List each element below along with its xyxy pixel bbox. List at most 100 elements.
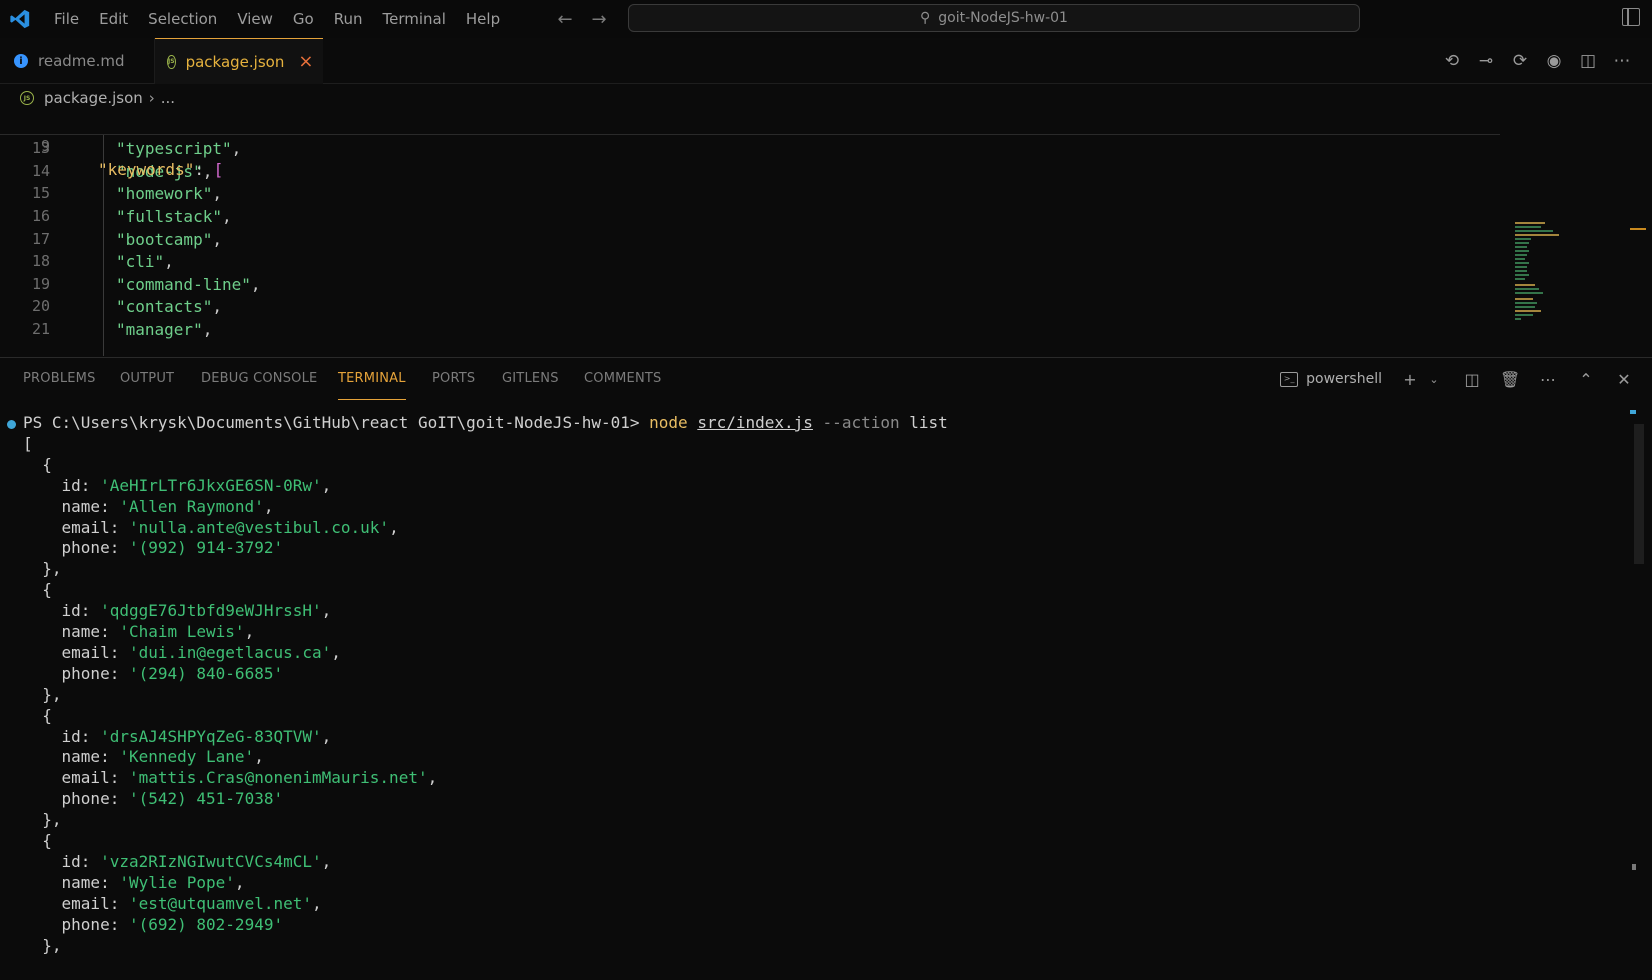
code-line[interactable]: 20 "contacts",	[0, 295, 1500, 318]
tab-comments[interactable]: COMMENTS	[584, 358, 661, 400]
command-action: list	[909, 413, 948, 432]
terminal-output-line: },	[23, 685, 62, 704]
terminal-scrollbar[interactable]	[1634, 424, 1644, 564]
close-panel-icon[interactable]: ✕	[1614, 370, 1634, 389]
terminal-field-line: name: 'Wylie Pope',	[61, 873, 245, 892]
code-line[interactable]: 19 "command-line",	[0, 273, 1500, 296]
tab-gitlens[interactable]: GITLENS	[502, 358, 559, 400]
split-editor-icon[interactable]: ◫	[1578, 51, 1598, 71]
terminal-output-line: },	[23, 810, 62, 829]
tab-ports[interactable]: PORTS	[432, 358, 475, 400]
chevron-right-icon: ›	[148, 89, 155, 107]
menu-selection[interactable]: Selection	[138, 0, 227, 38]
code-line[interactable]: 18 "cli",	[0, 250, 1500, 273]
terminal-output-line: },	[23, 936, 62, 955]
field-key: name:	[61, 622, 120, 641]
json-string: "command-line"	[116, 275, 251, 294]
json-punctuation: ,	[231, 139, 242, 158]
terminal-field-line: name: 'Kennedy Lane',	[61, 747, 264, 766]
menu-run[interactable]: Run	[324, 0, 373, 38]
terminal-output-line: {	[23, 831, 52, 850]
tab-package-json[interactable]: JS package.json ×	[155, 38, 323, 84]
field-key: id:	[61, 852, 101, 871]
toggle-sidebar-layout-icon[interactable]	[1622, 8, 1640, 26]
terminal-field-line: email: 'dui.in@egetlacus.ca',	[61, 643, 341, 662]
chevron-down-icon[interactable]: ⌄	[1424, 373, 1444, 386]
terminal-field-line: name: 'Allen Raymond',	[61, 497, 274, 516]
menu-view[interactable]: View	[227, 0, 283, 38]
field-value: 'est@utquamvel.net'	[128, 894, 312, 913]
git-commit-icon[interactable]: ⊸	[1476, 51, 1496, 71]
gitlens-icon[interactable]: ◉	[1544, 51, 1564, 71]
terminal-output-line: {	[23, 706, 52, 725]
code-line[interactable]: 21 "manager",	[0, 318, 1500, 341]
git-next-change-icon[interactable]: ⟳	[1510, 51, 1530, 71]
more-actions-icon[interactable]: ⋯	[1612, 51, 1632, 71]
tab-readme[interactable]: i readme.md	[0, 38, 155, 84]
menu-terminal[interactable]: Terminal	[373, 0, 456, 38]
terminal-field-line: phone: '(294) 840-6685'	[23, 663, 284, 685]
menu-help[interactable]: Help	[456, 0, 510, 38]
terminal-field-line: name: 'Chaim Lewis',	[61, 622, 255, 641]
trash-icon[interactable]: 🗑	[1500, 370, 1520, 389]
breadcrumb-file[interactable]: package.json	[44, 89, 143, 107]
breadcrumb-rest[interactable]: ...	[161, 89, 175, 107]
menu-go[interactable]: Go	[283, 0, 324, 38]
split-terminal-icon[interactable]: ◫	[1462, 370, 1482, 389]
terminal-output-line: [	[23, 434, 33, 453]
tab-terminal[interactable]: TERMINAL	[338, 358, 406, 400]
field-key: name:	[61, 747, 120, 766]
tab-label: package.json	[185, 52, 285, 71]
navigation-arrows: ← →	[555, 0, 609, 38]
code-line[interactable]: 14 "node-js",	[0, 160, 1500, 183]
json-bracket: [	[213, 160, 224, 179]
terminal-field-line: id: 'vza2RIzNGIwutCVCs4mCL',	[61, 852, 332, 871]
code-line[interactable]: 16 "fullstack",	[0, 205, 1500, 228]
command-argument[interactable]: src/index.js	[697, 413, 813, 432]
new-terminal-icon[interactable]: +	[1400, 370, 1420, 389]
code-text: "cli",	[116, 250, 174, 273]
terminal-output-line: {	[23, 580, 52, 599]
json-string: "fullstack"	[116, 207, 222, 226]
field-value: 'dui.in@egetlacus.ca'	[128, 643, 332, 662]
minimap[interactable]	[1515, 222, 1565, 332]
code-line[interactable]: 13 "typescript",	[0, 137, 1500, 160]
sticky-scroll-line[interactable]: 9 "keywords": [	[0, 112, 1500, 179]
terminal-output-line: },	[23, 559, 62, 578]
terminal-field-line: phone: '(692) 802-2949'	[23, 914, 284, 936]
json-string: "manager"	[116, 320, 203, 339]
line-number: 21	[31, 320, 50, 338]
field-value: 'drsAJ4SHPYqZeG-83QTVW'	[100, 727, 322, 746]
maximize-panel-icon[interactable]: ⌃	[1576, 370, 1596, 389]
line-number: 19	[31, 275, 50, 293]
git-previous-change-icon[interactable]: ⟲	[1442, 51, 1462, 71]
code-line[interactable]: 17 "bootcamp",	[0, 228, 1500, 251]
tab-problems[interactable]: PROBLEMS	[23, 358, 96, 400]
field-value: 'Chaim Lewis'	[119, 622, 245, 641]
tab-output[interactable]: OUTPUT	[120, 358, 174, 400]
menu-edit[interactable]: Edit	[89, 0, 138, 38]
field-key: id:	[61, 727, 101, 746]
code-editor[interactable]: 9 "keywords": [ 12"javascript",13"typesc…	[0, 112, 1652, 356]
field-key: name:	[61, 873, 120, 892]
field-value: 'Wylie Pope'	[119, 873, 235, 892]
menu-file[interactable]: File	[44, 0, 89, 38]
line-number: 18	[31, 252, 50, 270]
arrow-right-icon[interactable]: →	[589, 9, 609, 30]
arrow-left-icon[interactable]: ←	[555, 9, 575, 30]
command-center-search[interactable]: ⚲ goit-NodeJS-hw-01	[628, 4, 1360, 32]
field-value: 'mattis.Cras@nonenimMauris.net'	[128, 768, 428, 787]
code-line[interactable]: 15 "homework",	[0, 182, 1500, 205]
tab-label: readme.md	[38, 52, 125, 70]
close-icon[interactable]: ×	[298, 52, 313, 71]
field-key: phone:	[61, 915, 129, 934]
terminal-field-line: id: 'drsAJ4SHPYqZeG-83QTVW',	[61, 727, 332, 746]
tab-debug-console[interactable]: DEBUG CONSOLE	[201, 358, 317, 400]
terminal-field-line: email: 'mattis.Cras@nonenimMauris.net',	[61, 768, 438, 787]
terminal-selector[interactable]: >_ powershell	[1280, 371, 1382, 387]
nodejs-icon: JS	[167, 54, 176, 69]
line-number: 20	[31, 297, 50, 315]
terminal[interactable]: PS C:\Users\krysk\Documents\GitHub\react…	[0, 412, 1620, 980]
line-number: 16	[31, 207, 50, 225]
more-actions-icon[interactable]: ⋯	[1538, 370, 1558, 389]
